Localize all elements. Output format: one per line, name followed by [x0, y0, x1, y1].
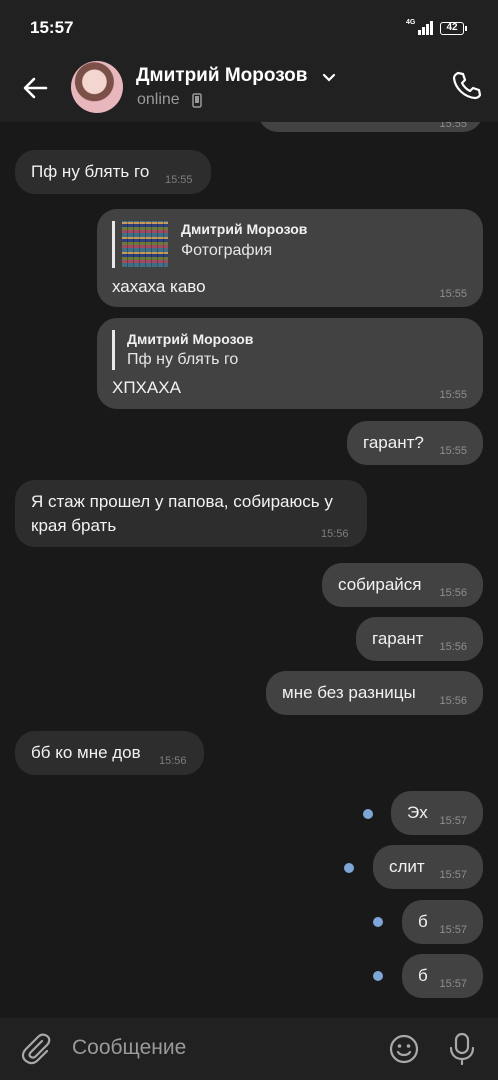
- message-text: бб ко мне дов: [31, 743, 141, 762]
- message-text: собирайся: [338, 575, 422, 594]
- message-composer: [0, 1018, 498, 1080]
- paperclip-icon[interactable]: [20, 1032, 52, 1066]
- message-time: 15:56: [439, 641, 467, 653]
- message-bubble[interactable]: Пф ну блять го 15:55: [15, 150, 211, 194]
- status-time: 15:57: [30, 18, 74, 37]
- reply-author: Дмитрий Морозов: [181, 221, 308, 237]
- message-text: Пф ну блять го: [31, 162, 150, 181]
- message-time: 15:55: [439, 122, 467, 130]
- message-bubble[interactable]: собирайся 15:56: [322, 563, 483, 607]
- message-time: 15:57: [439, 978, 467, 990]
- photo-thumbnail[interactable]: [122, 221, 168, 267]
- chat-header: Дмитрий Морозов online: [0, 56, 498, 122]
- chevron-down-icon[interactable]: [320, 68, 338, 86]
- message-text: гарант: [372, 629, 424, 648]
- microphone-icon[interactable]: [448, 1032, 476, 1066]
- back-arrow-icon[interactable]: [18, 70, 54, 106]
- message-bubble[interactable]: 15:55: [258, 122, 483, 132]
- reply-text: Фотография: [181, 242, 273, 259]
- avatar[interactable]: [71, 61, 123, 113]
- battery-level: 42: [446, 22, 458, 33]
- message-text: гарант?: [363, 433, 424, 452]
- reply-author: Дмитрий Морозов: [127, 331, 254, 347]
- message-text: хахаха каво: [112, 277, 206, 296]
- contact-status: online: [137, 91, 180, 108]
- phone-icon[interactable]: [449, 69, 483, 103]
- message-time: 15:56: [159, 755, 187, 767]
- message-time: 15:56: [439, 695, 467, 707]
- contact-name[interactable]: Дмитрий Морозов: [136, 65, 307, 87]
- message-time: 15:56: [321, 528, 349, 540]
- message-list[interactable]: 15:55 Пф ну блять го 15:55 Дмитрий Мороз…: [0, 122, 498, 1018]
- battery-icon: 42: [440, 22, 467, 35]
- message-text: слит: [389, 857, 425, 876]
- signal-icon: [418, 20, 436, 35]
- unread-indicator: [363, 809, 373, 819]
- message-bubble[interactable]: мне без разницы 15:56: [266, 671, 483, 715]
- message-bubble[interactable]: б 15:57: [402, 954, 483, 998]
- message-bubble[interactable]: Эх 15:57: [391, 791, 483, 835]
- message-bubble[interactable]: Я стаж прошел у папова, собираюсь у края…: [15, 480, 367, 547]
- message-text: Я стаж прошел у папова, собираюсь у: [31, 492, 333, 511]
- message-text: мне без разницы: [282, 683, 416, 702]
- message-text: ХПХАХА: [112, 378, 181, 397]
- network-type: 4G: [406, 19, 416, 26]
- message-time: 15:55: [439, 445, 467, 457]
- message-time: 15:55: [439, 389, 467, 401]
- reply-quote[interactable]: [112, 330, 115, 370]
- emoji-icon[interactable]: [388, 1033, 420, 1065]
- message-time: 15:57: [439, 869, 467, 881]
- message-text: б: [418, 966, 428, 985]
- mobile-device-icon: [192, 93, 202, 108]
- message-bubble[interactable]: гарант 15:56: [356, 617, 483, 661]
- message-bubble[interactable]: б 15:57: [402, 900, 483, 944]
- message-bubble[interactable]: Дмитрий Морозов Пф ну блять го ХПХАХА 15…: [97, 318, 483, 409]
- message-time: 15:55: [439, 288, 467, 300]
- message-input[interactable]: [72, 1036, 372, 1060]
- unread-indicator: [344, 863, 354, 873]
- message-bubble[interactable]: Дмитрий Морозов Фотография хахаха каво 1…: [97, 209, 483, 307]
- reply-text: Пф ну блять го: [127, 351, 239, 368]
- message-text: Эх: [407, 803, 428, 822]
- unread-indicator: [373, 917, 383, 927]
- message-time: 15:57: [439, 924, 467, 936]
- message-bubble[interactable]: слит 15:57: [373, 845, 483, 889]
- reply-quote[interactable]: [112, 221, 115, 268]
- status-bar: 15:57 4G 42: [0, 0, 498, 56]
- unread-indicator: [373, 971, 383, 981]
- message-text-line2: края брать: [31, 516, 117, 535]
- message-time: 15:55: [165, 174, 193, 186]
- message-text: б: [418, 912, 428, 931]
- message-bubble[interactable]: бб ко мне дов 15:56: [15, 731, 204, 775]
- message-time: 15:57: [439, 815, 467, 827]
- message-time: 15:56: [439, 587, 467, 599]
- message-bubble[interactable]: гарант? 15:55: [347, 421, 483, 465]
